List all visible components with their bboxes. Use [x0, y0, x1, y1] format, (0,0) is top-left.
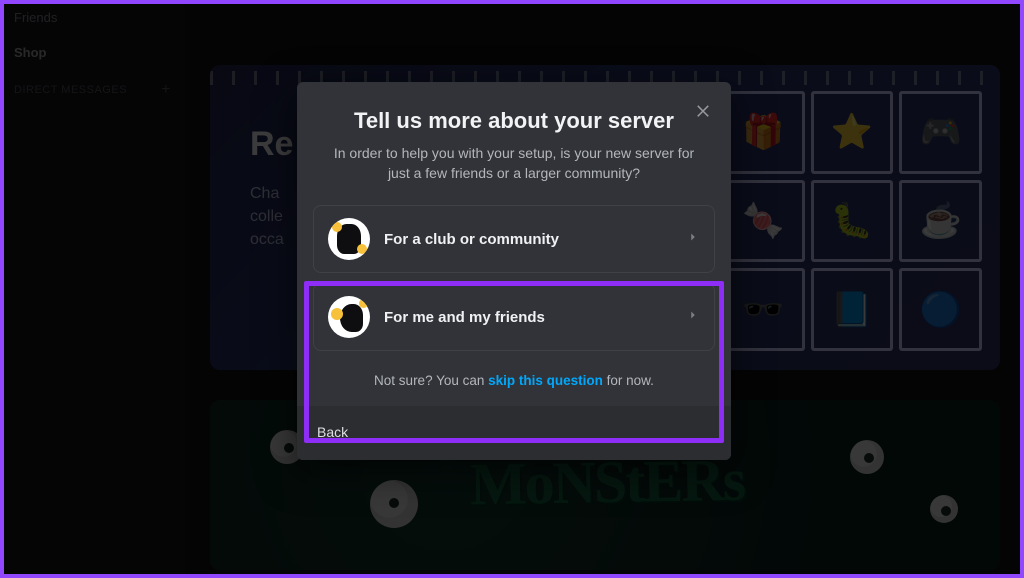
chevron-right-icon [686, 308, 700, 327]
option-friends[interactable]: For me and my friends [313, 283, 715, 351]
modal-title: Tell us more about your server [325, 108, 703, 134]
back-button[interactable]: Back [317, 424, 348, 440]
friends-icon [328, 296, 370, 338]
skip-text: Not sure? You can skip this question for… [297, 359, 731, 406]
close-icon [694, 101, 712, 119]
skip-link[interactable]: skip this question [488, 373, 603, 388]
chevron-right-icon [686, 230, 700, 249]
option-club-community[interactable]: For a club or community [313, 205, 715, 273]
close-button[interactable] [689, 96, 717, 124]
community-icon [328, 218, 370, 260]
modal-footer: Back [297, 406, 731, 460]
modal-header: Tell us more about your server In order … [297, 82, 731, 201]
option-label: For me and my friends [384, 309, 672, 326]
option-label: For a club or community [384, 231, 672, 248]
modal-subtitle: In order to help you with your setup, is… [325, 144, 703, 183]
modal-options: For a club or community For me and my fr… [297, 201, 731, 359]
server-setup-modal: Tell us more about your server In order … [297, 82, 731, 460]
